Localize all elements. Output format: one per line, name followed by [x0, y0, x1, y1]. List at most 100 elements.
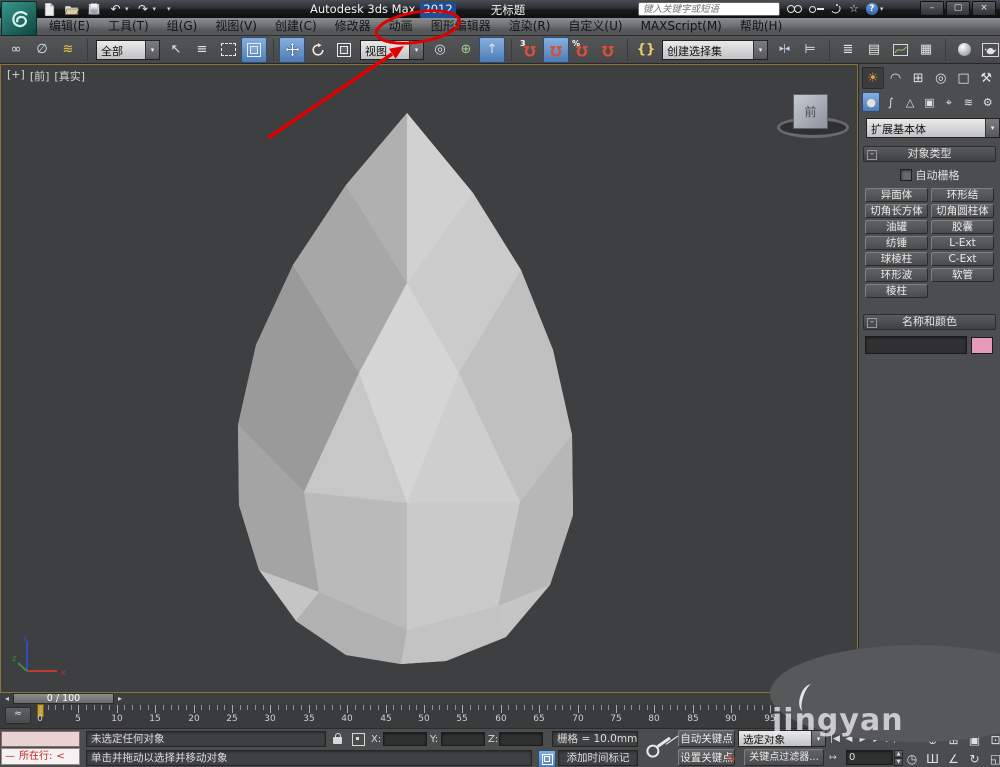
zoom-extents-icon[interactable]: ▣: [964, 730, 985, 749]
menu-item-modifiers[interactable]: 修改器: [326, 18, 380, 35]
viewcube-face-label[interactable]: 前: [804, 103, 816, 120]
redo-icon[interactable]: ↷: [136, 2, 151, 16]
maximize-button[interactable]: ▢: [946, 1, 970, 16]
named-selection-sets-dropdown[interactable]: 创建选择集 ▾: [662, 40, 768, 60]
panel-subtab-space-warps[interactable]: ≋: [959, 92, 977, 112]
object-type-button-c-ext[interactable]: C-Ext: [931, 252, 994, 266]
viewcube[interactable]: 前: [793, 94, 828, 129]
material-editor-icon[interactable]: [951, 37, 977, 63]
curve-editor-icon[interactable]: [887, 37, 913, 63]
open-file-icon[interactable]: [64, 2, 79, 16]
graphite-ribbon-toggle-icon[interactable]: ▤: [861, 37, 887, 63]
z-coordinate-field[interactable]: [499, 732, 543, 746]
object-type-button-chamfer-box[interactable]: 切角长方体: [865, 204, 928, 218]
panel-tab-motion[interactable]: ◎: [930, 67, 952, 89]
mirror-icon[interactable]: ▸|◂: [771, 37, 797, 63]
time-slider-back-button[interactable]: ◂: [2, 693, 12, 704]
viewport-pov-menu[interactable]: [前]: [30, 68, 50, 84]
panel-tab-display[interactable]: □: [953, 67, 975, 89]
chevron-down-icon[interactable]: ▾: [409, 41, 423, 59]
key-filters-curve-icon[interactable]: ∿: [726, 751, 736, 765]
favorites-star-icon[interactable]: ☆: [849, 4, 859, 14]
selection-lock-icon[interactable]: [333, 737, 342, 744]
chevron-down-icon[interactable]: ▾: [753, 41, 767, 59]
subscription-key-icon[interactable]: [809, 5, 824, 14]
primitive-category-dropdown[interactable]: 扩展基本体 ▾: [866, 118, 1000, 138]
object-type-button-chamfer-cylinder[interactable]: 切角圆柱体: [931, 204, 994, 218]
panel-tab-create[interactable]: ☀: [862, 67, 884, 89]
front-viewport[interactable]: [+] [前] [真实]: [0, 64, 858, 693]
selection-filter-dropdown[interactable]: 全部 ▾: [96, 40, 160, 60]
bind-to-space-warp-icon[interactable]: ≋: [55, 37, 81, 63]
minimize-button[interactable]: –: [920, 1, 944, 16]
field-of-view-icon[interactable]: ∠: [943, 749, 964, 767]
menu-item-edit[interactable]: 编辑(E): [40, 18, 99, 35]
object-name-input[interactable]: [865, 336, 967, 354]
listener-expand-icon[interactable]: <: [56, 749, 64, 764]
previous-frame-button[interactable]: ◀: [842, 730, 856, 747]
schematic-view-icon[interactable]: ▦: [913, 37, 939, 63]
name-color-rollout-header[interactable]: - 名称和颜色: [863, 314, 996, 330]
open-mini-curve-editor-button[interactable]: ≈: [5, 707, 31, 724]
close-button[interactable]: ×: [972, 1, 996, 16]
object-type-button-prism[interactable]: 棱柱: [865, 284, 928, 298]
select-and-scale-icon[interactable]: [331, 37, 357, 63]
y-coordinate-field[interactable]: [441, 732, 485, 746]
maximize-viewport-icon[interactable]: ◱: [985, 749, 1000, 767]
auto-key-button[interactable]: 自动关键点: [678, 730, 735, 747]
panel-subtab-lights[interactable]: △: [901, 92, 919, 112]
percent-snap-icon[interactable]: Ω%: [569, 37, 595, 63]
panel-tab-modify[interactable]: ◠: [885, 67, 907, 89]
chevron-down-icon[interactable]: ▾: [985, 119, 999, 137]
menu-item-maxscript[interactable]: MAXScript(M): [632, 18, 731, 35]
object-type-button-hedra[interactable]: 异面体: [865, 188, 928, 202]
use-pivot-point-center-icon[interactable]: ◎: [427, 37, 453, 63]
maxscript-listener-input[interactable]: [1, 731, 80, 747]
layer-manager-icon[interactable]: ≣: [835, 37, 861, 63]
rectangular-selection-region-icon[interactable]: [215, 37, 241, 63]
object-type-button-l-ext[interactable]: L-Ext: [931, 236, 994, 250]
redo-dropdown-icon[interactable]: ▾: [153, 5, 157, 13]
chevron-down-icon[interactable]: ▾: [811, 731, 825, 746]
x-coordinate-field[interactable]: [383, 732, 427, 746]
key-filters-button[interactable]: 关键点过滤器...: [744, 749, 824, 766]
undo-icon[interactable]: ↶: [108, 2, 123, 16]
select-and-manipulate-icon[interactable]: ⊕: [453, 37, 479, 63]
menu-item-create[interactable]: 创建(C): [266, 18, 326, 35]
time-slider-forward-button[interactable]: ▸: [115, 693, 125, 704]
maxscript-listener-line[interactable]: — 所在行: <: [1, 748, 80, 765]
panel-subtab-systems[interactable]: ⚙: [979, 92, 997, 112]
search-input[interactable]: [638, 2, 780, 16]
pan-icon[interactable]: Ш: [922, 749, 943, 767]
window-crossing-icon[interactable]: [241, 37, 267, 63]
set-keys-key-icon[interactable]: [642, 730, 676, 760]
object-type-button-hose[interactable]: 软管: [931, 268, 994, 282]
panel-tab-utilities[interactable]: ⚒: [975, 67, 997, 89]
toolbar-options-icon[interactable]: ▾: [167, 5, 171, 13]
collapse-icon[interactable]: -: [867, 150, 877, 160]
search-icon[interactable]: [787, 5, 802, 13]
absolute-mode-toggle-icon[interactable]: [352, 733, 365, 746]
panel-tab-hierarchy[interactable]: ⊞: [907, 67, 929, 89]
help-dropdown-icon[interactable]: ▾: [880, 5, 884, 13]
keyboard-shortcut-override-icon[interactable]: ↑: [479, 37, 505, 63]
go-to-end-button[interactable]: ▶|: [884, 730, 898, 747]
panel-subtab-geometry[interactable]: ●: [862, 92, 880, 112]
viewport-shading-menu[interactable]: [真实]: [54, 68, 85, 84]
angle-snap-icon[interactable]: Ω: [543, 37, 569, 63]
save-file-icon[interactable]: [86, 2, 101, 16]
object-type-button-capsule[interactable]: 胶囊: [931, 220, 994, 234]
edit-named-selection-sets-icon[interactable]: {}: [633, 37, 659, 63]
object-type-button-torus-knot[interactable]: 环形结: [931, 188, 994, 202]
menu-item-rendering[interactable]: 渲染(R): [500, 18, 560, 35]
spinner-snap-icon[interactable]: Ω: [595, 37, 621, 63]
grid-size-display[interactable]: 栅格 = 10.0mm: [552, 731, 638, 747]
collapse-icon[interactable]: -: [867, 318, 877, 328]
menu-item-help[interactable]: 帮助(H): [731, 18, 791, 35]
zoom-all-icon[interactable]: ⊞: [943, 730, 964, 749]
panel-subtab-cameras[interactable]: ▣: [920, 92, 938, 112]
object-type-button-spindle[interactable]: 纺锤: [865, 236, 928, 250]
object-type-rollout-header[interactable]: - 对象类型: [863, 146, 996, 162]
unlink-selection-icon[interactable]: ∅: [29, 37, 55, 63]
menu-item-tools[interactable]: 工具(T): [99, 18, 158, 35]
